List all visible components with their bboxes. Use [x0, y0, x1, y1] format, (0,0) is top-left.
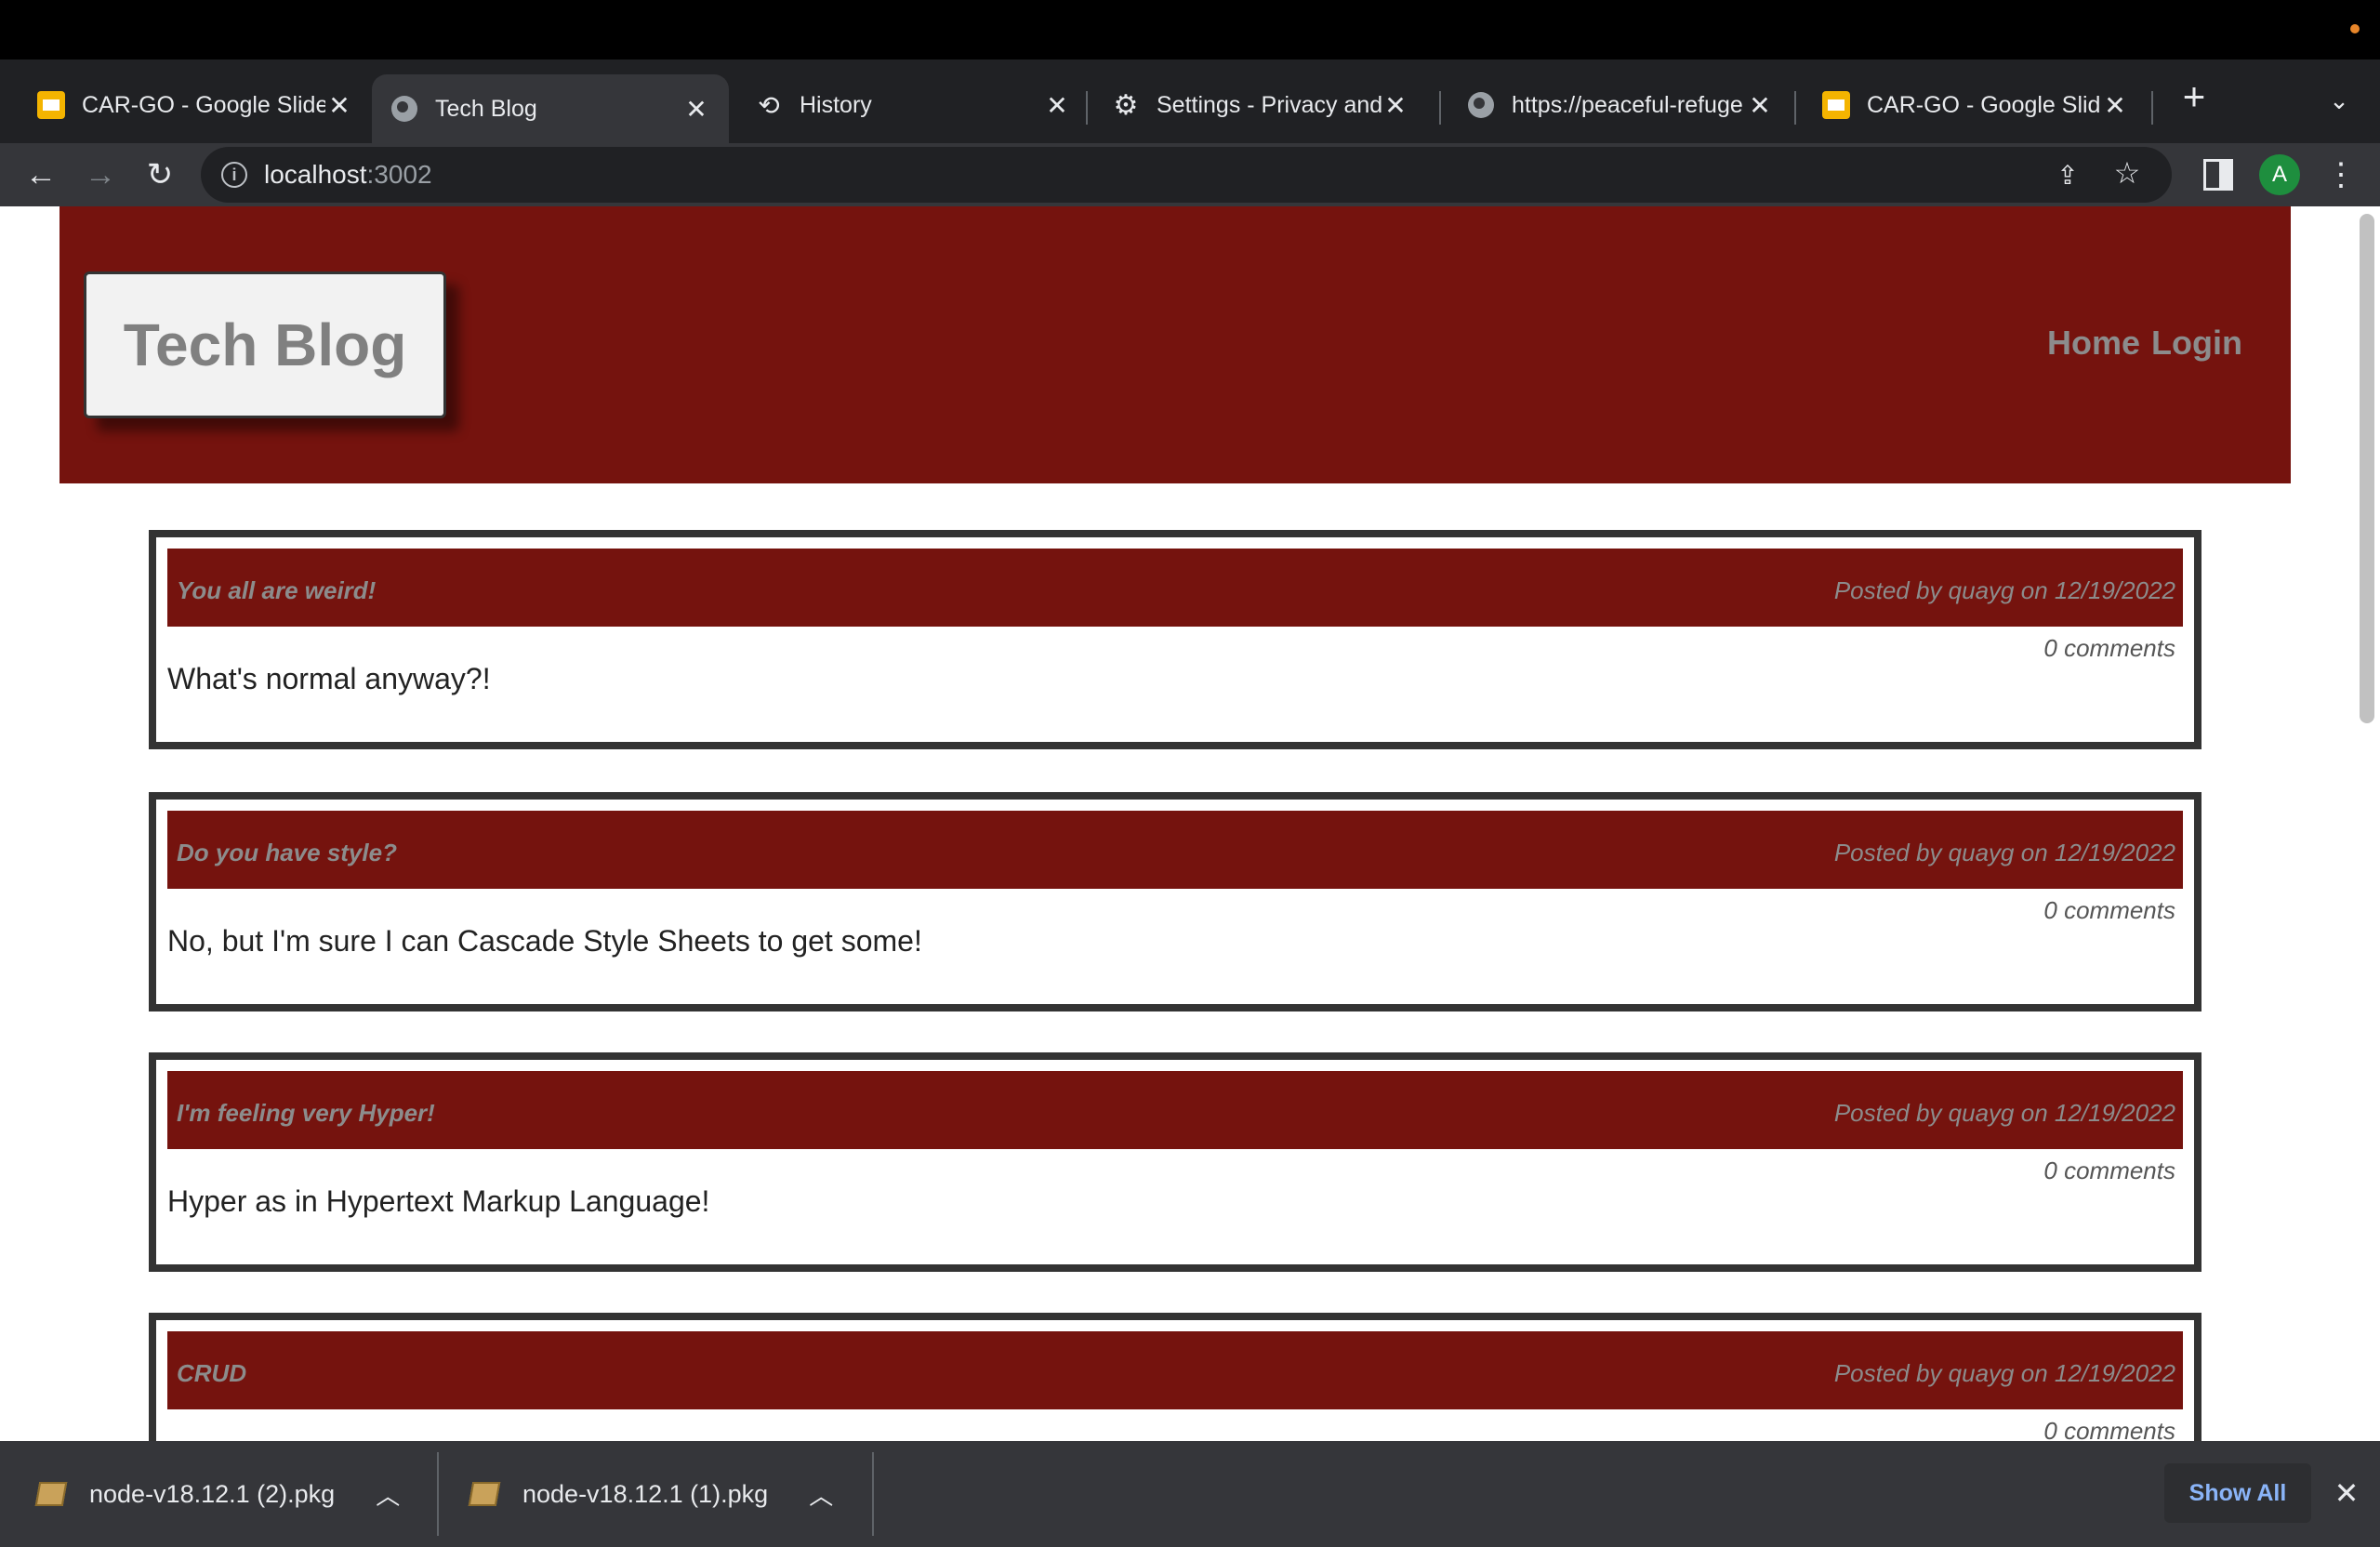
post-body: Hyper as in Hypertext Markup Language!: [167, 1184, 710, 1218]
post-title[interactable]: CRUD: [177, 1359, 246, 1388]
tab-title: Tech Blog: [435, 95, 537, 122]
url-port: :3002: [366, 160, 432, 189]
globe-icon: [1467, 91, 1495, 119]
close-icon[interactable]: ✕: [325, 91, 353, 120]
reload-icon[interactable]: ↻: [138, 152, 182, 197]
forward-arrow-icon[interactable]: →: [78, 152, 123, 197]
tab-separator: [1086, 91, 1088, 125]
close-icon[interactable]: ✕: [1382, 91, 1409, 120]
url-text: localhost:3002: [264, 160, 432, 190]
tab-title: https://peaceful-refuge: [1512, 91, 1743, 118]
download-shelf: node-v18.12.1 (2).pkg ︿ node-v18.12.1 (1…: [0, 1441, 2380, 1547]
post-header: You all are weird! Posted by quayg on 12…: [167, 549, 2183, 627]
post-comments-count: 0 comments: [2043, 1157, 2175, 1184]
tab-separator: [1794, 91, 1796, 125]
browser-toolbar: ← → ↻ i localhost:3002 ⇪ ☆ A ⋮: [0, 143, 2380, 206]
bookmark-star-icon[interactable]: ☆: [2110, 156, 2144, 190]
download-filename: node-v18.12.1 (2).pkg: [89, 1479, 336, 1508]
post-header: I'm feeling very Hyper! Posted by quayg …: [167, 1071, 2183, 1149]
new-tab-button[interactable]: +: [2175, 74, 2213, 118]
chevron-up-icon[interactable]: ︿: [376, 1477, 400, 1512]
browser-window: CAR-GO - Google Slides ✕ Tech Blog ✕ ⟲ H…: [0, 0, 2380, 1547]
post-title[interactable]: I'm feeling very Hyper!: [177, 1099, 435, 1128]
close-icon[interactable]: ✕: [1043, 91, 1071, 120]
post-card[interactable]: Do you have style? Posted by quayg on 12…: [149, 792, 2202, 1012]
slides-icon: [37, 91, 65, 119]
download-item[interactable]: node-v18.12.1 (2).pkg ︿: [34, 1441, 400, 1547]
post-card[interactable]: CRUD Posted by quayg on 12/19/2022 0 com…: [149, 1313, 2202, 1441]
profile-avatar[interactable]: A: [2259, 154, 2300, 195]
scrollbar[interactable]: [2350, 206, 2380, 1441]
address-bar[interactable]: i localhost:3002 ⇪ ☆: [201, 147, 2172, 203]
tab-title: Settings - Privacy and security: [1157, 91, 1382, 118]
url-host: localhost: [264, 160, 367, 189]
chevron-up-icon[interactable]: ︿: [809, 1477, 833, 1512]
post-body: No, but I'm sure I can Cascade Style She…: [167, 924, 922, 958]
nav-home-link[interactable]: Home: [2047, 324, 2140, 363]
close-icon[interactable]: ✕: [2328, 1474, 2365, 1512]
post-header: Do you have style? Posted by quayg on 12…: [167, 811, 2183, 889]
post-body: What's normal anyway?!: [167, 662, 491, 695]
post-card[interactable]: You all are weird! Posted by quayg on 12…: [149, 530, 2202, 749]
back-arrow-icon[interactable]: ←: [19, 152, 63, 197]
close-icon[interactable]: ✕: [1746, 91, 1774, 120]
tab-separator: [1439, 91, 1441, 125]
post-card[interactable]: I'm feeling very Hyper! Posted by quayg …: [149, 1052, 2202, 1272]
tab-search-chevron-icon[interactable]: ⌄: [2320, 82, 2358, 119]
tab-title: CAR-GO - Google Slides: [1867, 91, 2101, 118]
site-logo[interactable]: Tech Blog: [84, 271, 446, 418]
tab-title: CAR-GO - Google Slides: [82, 91, 325, 118]
globe-icon: [390, 95, 418, 123]
slides-icon: [1822, 91, 1850, 119]
post-comments-count: 0 comments: [2043, 896, 2175, 924]
nav-login-link[interactable]: Login: [2151, 324, 2242, 363]
page-viewport: Tech Blog Home Login You all are weird! …: [0, 206, 2380, 1441]
tab-settings[interactable]: ⚙ Settings - Privacy and security ✕: [1093, 74, 1428, 136]
download-item[interactable]: node-v18.12.1 (1).pkg ︿: [468, 1441, 833, 1547]
post-meta: Posted by quayg on 12/19/2022: [1833, 1099, 2175, 1127]
tab-history[interactable]: ⟲ History ✕: [736, 74, 1090, 136]
gear-icon: ⚙: [1113, 89, 1139, 121]
scrollbar-thumb[interactable]: [2360, 214, 2374, 723]
menu-kebab-icon[interactable]: ⋮: [2324, 154, 2358, 195]
tab-separator: [2151, 91, 2153, 125]
site-nav: Home Login: [2047, 324, 2242, 363]
post-meta: Posted by quayg on 12/19/2022: [1833, 1359, 2175, 1387]
site-info-icon[interactable]: i: [221, 162, 247, 188]
site-logo-text: Tech Blog: [123, 311, 407, 378]
post-header: CRUD Posted by quayg on 12/19/2022: [167, 1331, 2183, 1409]
tab-strip: CAR-GO - Google Slides ✕ Tech Blog ✕ ⟲ H…: [0, 60, 2380, 143]
post-meta: Posted by quayg on 12/19/2022: [1833, 576, 2175, 604]
share-icon[interactable]: ⇪: [2051, 158, 2084, 192]
download-separator: [437, 1452, 439, 1536]
show-all-button[interactable]: Show All: [2164, 1463, 2311, 1523]
download-filename: node-v18.12.1 (1).pkg: [522, 1479, 769, 1508]
site-header: Tech Blog Home Login: [60, 206, 2291, 483]
post-title[interactable]: You all are weird!: [177, 576, 376, 605]
macos-menubar: [0, 0, 2380, 60]
post-meta: Posted by quayg on 12/19/2022: [1833, 839, 2175, 866]
history-icon: ⟲: [758, 90, 780, 120]
close-icon[interactable]: ✕: [2101, 91, 2129, 120]
post-comments-count: 0 comments: [2043, 634, 2175, 662]
side-panel-icon[interactable]: [2203, 159, 2233, 191]
recording-indicator: [2350, 24, 2360, 33]
tab-tech-blog[interactable]: Tech Blog ✕: [372, 74, 729, 143]
tab-peaceful-refuge[interactable]: https://peaceful-refuge ✕: [1448, 74, 1792, 136]
tab-title: History: [800, 91, 872, 118]
tab-car-go-1[interactable]: CAR-GO - Google Slides ✕: [19, 74, 372, 136]
package-icon: [468, 1482, 501, 1506]
package-icon: [34, 1482, 68, 1506]
post-title[interactable]: Do you have style?: [177, 839, 397, 867]
close-icon[interactable]: ✕: [682, 95, 710, 124]
post-comments-count: 0 comments: [2043, 1417, 2175, 1441]
tab-car-go-2[interactable]: CAR-GO - Google Slides ✕: [1804, 74, 2148, 136]
download-separator: [872, 1452, 874, 1536]
